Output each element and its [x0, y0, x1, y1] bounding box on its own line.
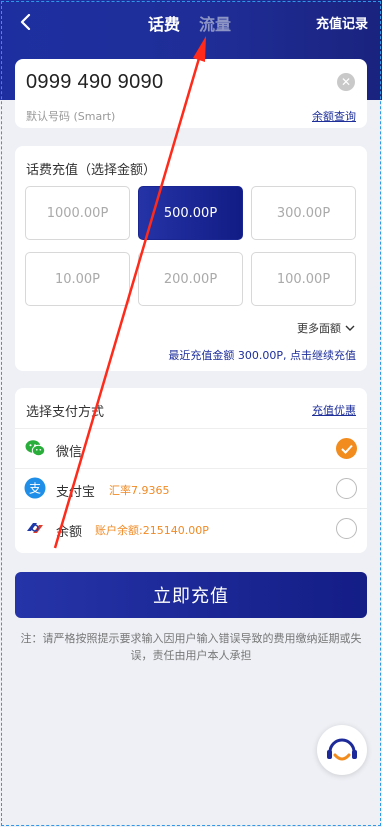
- chevron-down-icon: [345, 325, 355, 331]
- clear-icon[interactable]: ✕: [337, 73, 355, 91]
- balance-query-link[interactable]: 余额查询: [312, 108, 356, 124]
- recent-recharge-link[interactable]: 最近充值金额 300.00P, 点击继续充值: [168, 347, 356, 363]
- radio-alipay[interactable]: [336, 478, 357, 499]
- customer-service-button[interactable]: [317, 725, 367, 775]
- alipay-icon: 支: [24, 477, 46, 499]
- alipay-exchange-rate: 汇率7.9365: [109, 484, 170, 497]
- more-amounts-button[interactable]: 更多面额: [297, 320, 355, 336]
- phone-number-input[interactable]: 0999 490 9090: [26, 71, 163, 94]
- radio-wechat[interactable]: [336, 438, 357, 459]
- payment-option-balance[interactable]: 余额 账户余额:215140.00P: [15, 508, 367, 547]
- phone-card: 0999 490 9090 ✕ 默认号码 (Smart) 余额查询: [15, 59, 367, 128]
- amount-option-1000[interactable]: 1000.00P: [25, 186, 130, 240]
- amount-option-200[interactable]: 200.00P: [138, 252, 243, 306]
- svg-text:支: 支: [29, 482, 41, 496]
- amount-section-title: 话费充值（选择金额）: [26, 163, 157, 178]
- balance-icon: [27, 523, 43, 533]
- more-amounts-label: 更多面额: [297, 322, 341, 335]
- payment-card: 选择支付方式 充值优惠 微信 支 支付宝 汇率7.9365 余额 账户余额:21…: [15, 388, 367, 553]
- payment-label-wechat: 微信: [56, 445, 83, 460]
- default-number-label: 默认号码 (Smart): [26, 110, 116, 123]
- back-button[interactable]: [14, 10, 38, 34]
- headset-icon: [327, 738, 357, 761]
- recharge-now-button[interactable]: 立即充值: [15, 572, 367, 618]
- tab-phone-credit[interactable]: 话费: [148, 11, 180, 35]
- payment-option-wechat[interactable]: 微信: [15, 428, 367, 467]
- payment-option-alipay[interactable]: 支 支付宝 汇率7.9365: [15, 468, 367, 507]
- amount-option-300[interactable]: 300.00P: [251, 186, 356, 240]
- notice-text: 注：请严格按照提示要求输入因用户输入错误导致的费用缴纳延期或失误，责任由用户本人…: [20, 632, 362, 662]
- chevron-left-icon: [20, 14, 31, 30]
- recharge-records-link[interactable]: 充值记录: [316, 13, 368, 32]
- amount-option-500[interactable]: 500.00P: [138, 186, 243, 240]
- amount-card: 话费充值（选择金额） 1000.00P 500.00P 300.00P 10.0…: [15, 146, 367, 371]
- check-icon: [340, 444, 353, 454]
- wechat-icon: [25, 440, 46, 457]
- payment-label-balance: 余额: [56, 525, 83, 540]
- payment-section-title: 选择支付方式: [26, 405, 105, 420]
- tab-data-plan[interactable]: 流量: [199, 11, 231, 35]
- amount-grid: 1000.00P 500.00P 300.00P 10.00P 200.00P …: [25, 186, 357, 306]
- account-balance-amount: 账户余额:215140.00P: [95, 524, 209, 537]
- radio-balance[interactable]: [336, 518, 357, 539]
- recharge-promo-link[interactable]: 充值优惠: [312, 402, 356, 418]
- amount-option-100[interactable]: 100.00P: [251, 252, 356, 306]
- amount-option-10[interactable]: 10.00P: [25, 252, 130, 306]
- payment-label-alipay: 支付宝: [56, 485, 96, 500]
